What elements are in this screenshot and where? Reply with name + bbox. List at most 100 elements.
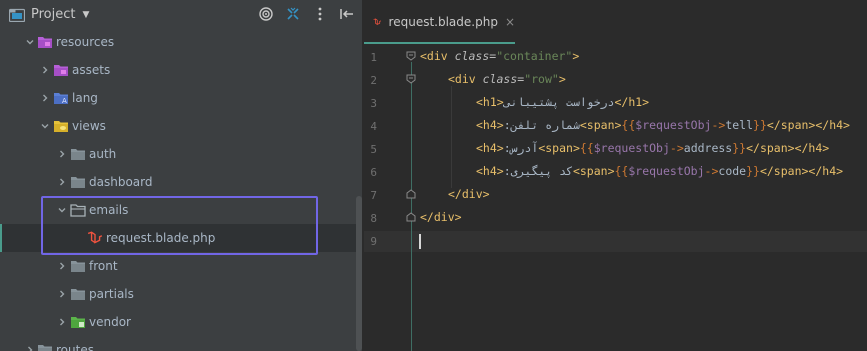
project-panel: Project ▼ resources assets Alang views auth d… bbox=[0, 0, 363, 351]
project-panel-header: Project ▼ bbox=[0, 0, 363, 29]
code-token: = bbox=[489, 49, 497, 63]
code-token: <div bbox=[420, 49, 455, 63]
code-token: -> bbox=[704, 164, 719, 178]
chevron-right-icon[interactable] bbox=[40, 65, 50, 75]
tree-item-partials[interactable]: partials bbox=[0, 280, 356, 308]
code-text: درخواست پشتیبانی bbox=[503, 95, 615, 109]
line-number: 8 bbox=[370, 212, 377, 225]
code-line-4[interactable]: <h4> شماره تلفن: <span>{{$requestObj -> tell… bbox=[476, 115, 850, 135]
tree-item-vendor[interactable]: vendor bbox=[0, 308, 356, 336]
code-token: <span> bbox=[572, 164, 615, 178]
tree-item-label: dashboard bbox=[89, 175, 153, 189]
more-options-icon[interactable] bbox=[312, 6, 328, 22]
code-token: class bbox=[454, 49, 490, 63]
tree-item-label: resources bbox=[56, 35, 115, 49]
line-number: 7 bbox=[370, 189, 377, 202]
fold-end-marker-icon[interactable] bbox=[406, 189, 416, 199]
tab-request-blade[interactable]: request.blade.php × bbox=[364, 0, 515, 44]
code-token: -> bbox=[669, 141, 684, 155]
folder-icon bbox=[70, 287, 86, 301]
chevron-right-icon[interactable] bbox=[25, 345, 35, 351]
chevron-right-icon[interactable] bbox=[40, 93, 50, 103]
indent-guide bbox=[451, 86, 452, 188]
tree-item-assets[interactable]: assets bbox=[0, 56, 356, 84]
code-token: </span> bbox=[766, 118, 816, 132]
code-token: </h1> bbox=[614, 95, 650, 109]
svg-text:A: A bbox=[62, 97, 67, 105]
code-token: </div> bbox=[448, 187, 490, 201]
chevron-right-icon[interactable] bbox=[57, 289, 67, 299]
code-token: <span> bbox=[538, 141, 580, 155]
tree-item-label: auth bbox=[89, 147, 117, 161]
line-number: 9 bbox=[370, 235, 377, 248]
code-line-2[interactable]: <div class = "row" > bbox=[448, 69, 566, 89]
code-token: </h4> bbox=[815, 118, 850, 132]
collapse-all-icon[interactable] bbox=[285, 6, 301, 22]
code-token: <h4> bbox=[476, 118, 504, 132]
fold-end-marker-icon[interactable] bbox=[406, 212, 416, 222]
code-line-7[interactable]: </div> bbox=[448, 184, 490, 204]
folder-yellow-icon bbox=[53, 119, 69, 133]
project-view-selector[interactable]: Project ▼ bbox=[9, 7, 89, 22]
fold-marker-icon[interactable] bbox=[406, 74, 416, 84]
code-token: {{ bbox=[614, 164, 629, 178]
tree-item-label: request.blade.php bbox=[106, 231, 216, 245]
code-text: شماره تلفن: bbox=[503, 118, 580, 132]
project-scrollbar[interactable] bbox=[356, 196, 362, 351]
tree-item-routes[interactable]: routes bbox=[0, 336, 356, 351]
chevron-down-icon[interactable] bbox=[40, 121, 50, 131]
code-token: address bbox=[683, 141, 733, 155]
folder-icon bbox=[70, 175, 86, 189]
tree-item-front[interactable]: front bbox=[0, 252, 356, 280]
code-token: $requestObj bbox=[628, 164, 705, 178]
folder-purple-icon bbox=[37, 35, 53, 49]
chevron-right-icon[interactable] bbox=[57, 149, 67, 159]
chevron-down-icon[interactable] bbox=[25, 37, 35, 47]
code-token: tell bbox=[725, 118, 754, 132]
tree-item-label: routes bbox=[56, 343, 94, 351]
tree-item-label: assets bbox=[72, 63, 111, 77]
chevron-down-icon[interactable] bbox=[57, 205, 67, 215]
fold-marker-icon[interactable] bbox=[406, 51, 416, 61]
close-icon[interactable]: × bbox=[505, 15, 515, 29]
tree-item-label: partials bbox=[89, 287, 134, 301]
chevron-right-icon[interactable] bbox=[57, 177, 67, 187]
tree-item-resources[interactable]: resources bbox=[0, 28, 356, 56]
folder-icon bbox=[37, 343, 53, 351]
code-line-5[interactable]: <h4> آدرس: <span>{{$requestObj -> address}} <… bbox=[476, 138, 829, 158]
tree-item-request-blade-php[interactable]: request.blade.php bbox=[0, 224, 356, 252]
project-title: Project bbox=[31, 7, 76, 22]
line-number: 6 bbox=[370, 166, 377, 179]
code-token: <h4> bbox=[476, 164, 504, 178]
tree-item-dashboard[interactable]: dashboard bbox=[0, 168, 356, 196]
tree-item-emails[interactable]: emails bbox=[0, 196, 356, 224]
laravel-blade-file-icon bbox=[87, 231, 103, 245]
editor-area: request.blade.php × 1 2 3 4 5 6 7 8 9 <d… bbox=[364, 0, 867, 351]
folder-globe-icon: A bbox=[53, 91, 69, 105]
tab-label: request.blade.php bbox=[388, 15, 498, 29]
code-line-1[interactable]: <div class = "container" > bbox=[420, 46, 579, 66]
code-line-3[interactable]: <h1> درخواست پشتیبانی </h1> bbox=[476, 92, 649, 112]
chevron-right-icon[interactable] bbox=[57, 317, 67, 327]
laravel-blade-file-icon bbox=[373, 18, 382, 26]
chevron-down-icon: ▼ bbox=[82, 9, 90, 20]
code-token: <h4> bbox=[476, 141, 504, 155]
locate-target-icon[interactable] bbox=[258, 6, 274, 22]
chevron-right-icon[interactable] bbox=[57, 261, 67, 271]
code-line-6[interactable]: <h4> کد پیگیری: <span>{{$requestObj -> code}… bbox=[476, 161, 843, 181]
folder-icon bbox=[70, 147, 86, 161]
tree-item-auth[interactable]: auth bbox=[0, 140, 356, 168]
code-token: <span> bbox=[579, 118, 622, 132]
code-token: </div> bbox=[420, 210, 462, 224]
tree-item-views[interactable]: views bbox=[0, 112, 356, 140]
code-token: </span> bbox=[759, 164, 809, 178]
code-token: = bbox=[517, 72, 525, 86]
tree-item-label: emails bbox=[89, 203, 129, 217]
line-number: 5 bbox=[370, 143, 377, 156]
line-number: 1 bbox=[370, 51, 377, 64]
editor-tab-bar: request.blade.php × bbox=[364, 0, 867, 44]
hide-panel-icon[interactable] bbox=[339, 6, 355, 22]
tree-item-lang[interactable]: Alang bbox=[0, 84, 356, 112]
code-line-8[interactable]: </div> bbox=[420, 207, 462, 227]
tree-item-label: views bbox=[72, 119, 106, 133]
